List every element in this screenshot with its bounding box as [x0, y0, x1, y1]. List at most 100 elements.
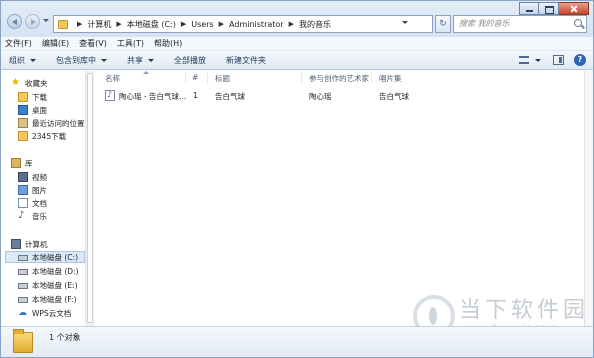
nav-label: 视频 [32, 172, 47, 182]
column-album[interactable]: 唱片集 [379, 73, 402, 84]
menu-tools[interactable]: 工具(T) [117, 38, 144, 49]
column-header-row: 名称 # 标题 参与创作的艺术家 唱片集 [95, 71, 593, 85]
file-name: 陶心瑶 - 告白气球... [119, 92, 187, 101]
hard-drive-icon [18, 283, 28, 289]
view-options-icon[interactable] [519, 56, 529, 64]
nav-drive-d[interactable]: 本地磁盘 (D:) [18, 265, 79, 277]
forward-button[interactable] [25, 14, 40, 29]
folder-icon [58, 19, 68, 29]
search-input[interactable]: 搜索 我的音乐 [453, 15, 587, 33]
explorer-window: ▶ 计算机 ▶ 本地磁盘 (C:) ▶ Users ▶ Administrator ▶ … [0, 0, 594, 358]
nav-label: 计算机 [25, 239, 48, 249]
column-divider[interactable] [301, 73, 302, 83]
sort-ascending-icon [143, 71, 149, 74]
nav-label: 本地磁盘 (D:) [32, 266, 79, 276]
hard-drive-icon [18, 269, 28, 275]
nav-downloads[interactable]: 下载 [18, 91, 47, 103]
nav-favorites[interactable]: ★ 收藏夹 [11, 77, 48, 89]
nav-label: 本地磁盘 (C:) [32, 252, 78, 262]
nav-2345-downloads[interactable]: 2345下载 [18, 130, 66, 142]
nav-label: 最近访问的位置 [32, 118, 85, 128]
window-controls [519, 2, 589, 15]
nav-wps-cloud[interactable]: ☁ WPS云文档 [18, 307, 71, 319]
include-library-button[interactable]: 包含到库中 [56, 55, 107, 66]
nav-label: 2345下载 [32, 131, 67, 141]
refresh-button[interactable]: ↻ [435, 15, 451, 33]
breadcrumb-drive-c[interactable]: 本地磁盘 (C:) ▶ [127, 19, 191, 30]
recent-pages-dropdown[interactable] [43, 19, 49, 22]
column-name[interactable]: 名称 [105, 73, 120, 84]
file-list: 名称 # 标题 参与创作的艺术家 唱片集 陶心瑶 - 告白气球... 1 告白气… [95, 71, 593, 326]
menu-bar: 文件(F) 编辑(E) 查看(V) 工具(T) 帮助(H) [1, 37, 593, 51]
play-all-label: 全部播放 [174, 55, 206, 65]
hard-drive-icon [18, 297, 28, 303]
nav-label: 音乐 [32, 211, 47, 221]
share-button[interactable]: 共享 [127, 55, 154, 66]
column-number[interactable]: # [192, 73, 198, 82]
document-icon [18, 198, 28, 208]
nav-pictures[interactable]: 图片 [18, 184, 47, 196]
column-divider[interactable] [185, 73, 186, 83]
audio-file-icon [105, 90, 115, 101]
nav-label: 文档 [32, 198, 47, 208]
nav-recent[interactable]: 最近访问的位置 [18, 117, 85, 129]
file-title: 告白气球 [215, 92, 245, 101]
table-row[interactable]: 陶心瑶 - 告白气球... 1 告白气球 陶心瑶 告白气球 [101, 89, 409, 103]
new-folder-button[interactable]: 新建文件夹 [226, 55, 266, 66]
help-icon[interactable]: ? [574, 54, 586, 66]
nav-drive-c[interactable]: 本地磁盘 (C:) [5, 251, 85, 263]
view-dropdown-icon[interactable] [535, 59, 541, 62]
menu-help[interactable]: 帮助(H) [154, 38, 182, 49]
menu-view[interactable]: 查看(V) [79, 38, 107, 49]
nav-label: 本地磁盘 (E:) [32, 280, 78, 290]
nav-desktop[interactable]: 桌面 [18, 104, 47, 116]
column-divider[interactable] [207, 73, 208, 83]
breadcrumb-computer[interactable]: 计算机 ▶ [87, 19, 126, 30]
folder-icon [18, 131, 28, 141]
file-album: 告白气球 [379, 92, 409, 101]
content-scrollbar[interactable] [584, 71, 593, 326]
nav-libraries[interactable]: 库 [11, 157, 33, 169]
breadcrumb-administrator[interactable]: Administrator ▶ [229, 20, 299, 29]
breadcrumb-users[interactable]: Users ▶ [191, 20, 229, 29]
nav-music[interactable]: ♪ 音乐 [18, 210, 47, 222]
search-icon [574, 19, 582, 27]
pictures-icon [18, 185, 28, 195]
item-count: 1 个对象 [49, 333, 81, 342]
nav-videos[interactable]: 视频 [18, 171, 47, 183]
watermark-brand: 当下软件园 [459, 298, 590, 323]
command-bar: 组织 包含到库中 共享 全部播放 新建文件夹 ? [1, 51, 593, 70]
organize-button[interactable]: 组织 [9, 55, 36, 66]
nav-drive-e[interactable]: 本地磁盘 (E:) [18, 279, 78, 291]
close-button[interactable] [559, 2, 589, 15]
address-dropdown-icon[interactable] [402, 21, 408, 24]
maximize-button[interactable] [539, 2, 559, 15]
nav-documents[interactable]: 文档 [18, 197, 47, 209]
preview-pane-icon[interactable] [553, 55, 564, 65]
new-folder-label: 新建文件夹 [226, 55, 266, 65]
column-divider[interactable] [371, 73, 372, 83]
cloud-icon: ☁ [18, 308, 27, 318]
nav-computer[interactable]: 计算机 [11, 238, 48, 250]
breadcrumb-root-arrow[interactable]: ▶ [72, 20, 87, 28]
desktop-icon [18, 105, 28, 115]
navigation-scrollbar[interactable] [85, 71, 94, 326]
library-icon [11, 158, 21, 168]
minimize-button[interactable] [519, 2, 539, 15]
address-bar[interactable]: ▶ 计算机 ▶ 本地磁盘 (C:) ▶ Users ▶ Administrator ▶ … [53, 15, 433, 33]
share-label: 共享 [127, 55, 143, 65]
column-title[interactable]: 标题 [215, 73, 230, 84]
play-all-button[interactable]: 全部播放 [174, 55, 206, 66]
menu-edit[interactable]: 编辑(E) [42, 38, 69, 49]
nav-label: WPS云文档 [32, 308, 72, 318]
back-button[interactable] [7, 14, 22, 29]
nav-drive-f[interactable]: 本地磁盘 (F:) [18, 293, 77, 305]
nav-label: 下载 [32, 92, 47, 102]
column-artist[interactable]: 参与创作的艺术家 [309, 73, 369, 84]
scrollbar-thumb[interactable] [87, 73, 93, 323]
menu-file[interactable]: 文件(F) [5, 38, 32, 49]
file-artist: 陶心瑶 [309, 92, 332, 101]
breadcrumb-my-music[interactable]: 我的音乐 [299, 19, 331, 30]
nav-label: 库 [25, 158, 33, 168]
downloads-folder-icon [18, 92, 28, 102]
